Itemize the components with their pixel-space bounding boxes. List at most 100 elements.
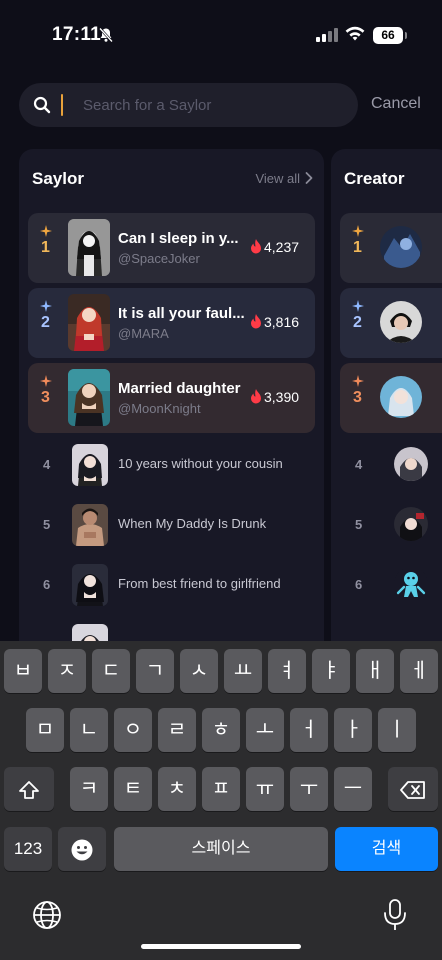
key[interactable]: ㅏ — [334, 708, 372, 752]
key[interactable]: ㅡ — [334, 767, 372, 811]
emoji-key[interactable] — [58, 827, 106, 871]
fire-icon — [250, 239, 262, 259]
key[interactable]: ㅈ — [48, 649, 86, 693]
search-icon — [33, 96, 51, 119]
chevron-right-icon[interactable] — [304, 171, 314, 190]
list-item[interactable]: 2 — [340, 288, 442, 358]
key[interactable]: ㄱ — [136, 649, 174, 693]
list-item[interactable]: 5 — [340, 501, 442, 551]
bell-muted-icon — [98, 27, 114, 48]
character-thumbnail — [72, 504, 108, 546]
panel-title: Saylor — [32, 169, 84, 188]
shift-key[interactable] — [4, 767, 54, 811]
sparkle-icon — [352, 300, 364, 315]
key[interactable]: ㄷ — [92, 649, 130, 693]
saylor-title: Married daughter — [118, 380, 241, 397]
rank-number: 3 — [353, 389, 362, 406]
emoji-icon — [70, 838, 94, 861]
list-item[interactable]: 3 — [340, 363, 442, 433]
character-thumbnail — [68, 219, 110, 276]
cellular-signal-icon — [316, 28, 338, 42]
saylor-author: @SpaceJoker — [118, 251, 200, 266]
list-item[interactable]: 3 Married daughter @MoonKnight 3,390 — [28, 363, 315, 433]
microphone-icon[interactable] — [382, 898, 408, 937]
key[interactable]: ㅑ — [312, 649, 350, 693]
key[interactable]: ㅎ — [202, 708, 240, 752]
key[interactable]: ㅋ — [70, 767, 108, 811]
key[interactable]: ㅂ — [4, 649, 42, 693]
backspace-key[interactable] — [388, 767, 438, 811]
search-key[interactable]: 검색 — [335, 827, 438, 871]
status-bar: 17:11 66 — [0, 0, 442, 64]
key[interactable]: ㅅ — [180, 649, 218, 693]
key[interactable]: ㄹ — [158, 708, 196, 752]
list-item[interactable]: 2 It is all your faul... @MARA 3,816 — [28, 288, 315, 358]
rank-number: 1 — [41, 239, 50, 256]
key[interactable]: ㅐ — [356, 649, 394, 693]
saylor-title: Can I sleep in y... — [118, 230, 239, 247]
saylor-title: It is all your faul... — [118, 305, 245, 322]
sparkle-icon — [40, 300, 52, 315]
like-count: 3,390 — [264, 389, 300, 405]
panel-title: Creator — [344, 169, 405, 188]
character-thumbnail — [68, 294, 110, 351]
wifi-icon — [344, 26, 366, 47]
list-item[interactable]: 5 When My Daddy Is Drunk — [28, 501, 315, 551]
rank-number: 3 — [41, 389, 50, 406]
list-item[interactable]: 4 — [340, 441, 442, 491]
key[interactable]: ㅌ — [114, 767, 152, 811]
numbers-key[interactable]: 123 — [4, 827, 52, 871]
view-all-button[interactable]: View all — [255, 171, 300, 186]
avatar — [380, 376, 422, 418]
battery-indicator: 66 — [373, 27, 407, 44]
list-item[interactable]: 4 10 years without your cousin — [28, 441, 315, 491]
character-thumbnail — [72, 444, 108, 486]
list-item[interactable]: 1 Can I sleep in y... @SpaceJoker 4,237 — [28, 213, 315, 283]
key[interactable]: ㅍ — [202, 767, 240, 811]
rank-number: 2 — [353, 314, 362, 331]
saylor-title: From best friend to girlfriend — [118, 576, 281, 591]
key[interactable]: ㅠ — [246, 767, 284, 811]
avatar — [394, 447, 428, 481]
key[interactable]: ㅔ — [400, 649, 438, 693]
creator-ranking-panel: Creator 1 2 3 4 5 6 — [331, 149, 442, 669]
key[interactable]: ㅛ — [224, 649, 262, 693]
key[interactable]: ㅕ — [268, 649, 306, 693]
key[interactable]: ㅜ — [290, 767, 328, 811]
space-key[interactable]: 스페이스 — [114, 827, 328, 871]
saylor-ranking-panel: Saylor View all 1 Can I sleep in y... @S… — [19, 149, 324, 669]
backspace-icon — [400, 778, 426, 800]
search-input[interactable] — [63, 83, 343, 127]
avatar — [380, 301, 422, 343]
saylor-author: @MARA — [118, 326, 169, 341]
home-indicator[interactable] — [141, 944, 301, 949]
rank-number: 6 — [355, 577, 363, 592]
key[interactable]: ㄴ — [70, 708, 108, 752]
rank-number: 1 — [353, 239, 362, 256]
list-item[interactable]: 1 — [340, 213, 442, 283]
list-item[interactable]: 6 — [340, 561, 442, 611]
list-item[interactable]: 6 From best friend to girlfriend — [28, 561, 315, 611]
key[interactable]: ㅊ — [158, 767, 196, 811]
rank-number: 4 — [43, 457, 51, 472]
sparkle-icon — [352, 375, 364, 390]
sparkle-icon — [352, 225, 364, 240]
text-cursor — [61, 94, 63, 116]
rank-number: 4 — [355, 457, 363, 472]
saylor-title: When My Daddy Is Drunk — [118, 516, 267, 531]
key[interactable]: ㅁ — [26, 708, 64, 752]
key[interactable]: ㅇ — [114, 708, 152, 752]
avatar — [380, 226, 422, 268]
status-time: 17:11 — [52, 24, 102, 45]
cancel-button[interactable]: Cancel — [371, 95, 421, 113]
key[interactable]: ㅣ — [378, 708, 416, 752]
key[interactable]: ㅗ — [246, 708, 284, 752]
korean-keyboard: ㅂ ㅈ ㄷ ㄱ ㅅ ㅛ ㅕ ㅑ ㅐ ㅔ ㅁ ㄴ ㅇ ㄹ ㅎ ㅗ ㅓ ㅏ ㅣ ㅋ … — [0, 641, 442, 960]
globe-icon[interactable] — [32, 900, 62, 935]
key[interactable]: ㅓ — [290, 708, 328, 752]
rank-number: 5 — [43, 517, 51, 532]
character-thumbnail — [72, 564, 108, 606]
fire-icon — [250, 314, 262, 334]
search-bar[interactable] — [19, 83, 358, 127]
sparkle-icon — [40, 225, 52, 240]
